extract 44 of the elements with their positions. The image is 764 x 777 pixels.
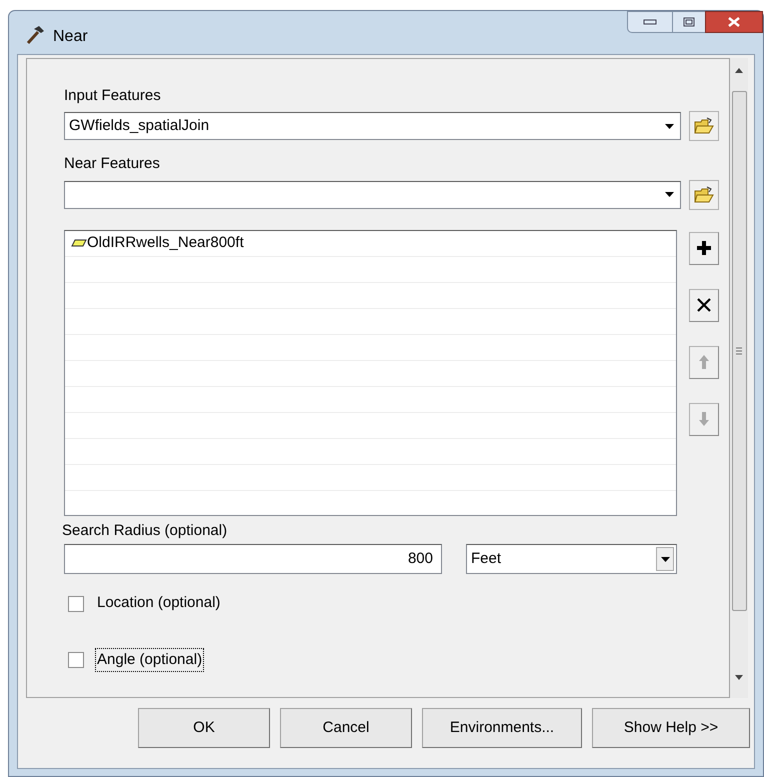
field-label: Input Features <box>64 86 162 106</box>
dialog-button[interactable]: Environments... <box>422 708 582 748</box>
scroll-up-icon <box>735 68 743 73</box>
plus-icon <box>696 240 712 256</box>
x-icon <box>696 297 712 314</box>
dropdown-arrow-icon <box>664 124 674 129</box>
up-arrow-icon <box>698 354 710 370</box>
add-button[interactable] <box>689 232 719 265</box>
dialog-button[interactable]: Cancel <box>280 708 412 748</box>
field-label: Near Features <box>64 154 161 174</box>
minimize-icon <box>643 19 657 25</box>
checkbox[interactable] <box>68 652 84 668</box>
checkbox[interactable] <box>68 596 84 612</box>
unit-dropdown[interactable]: Feet <box>466 544 677 574</box>
scroll-down-icon <box>735 674 743 680</box>
dropdown-field[interactable]: GWfields_spatialJoin <box>64 112 681 140</box>
list-item[interactable]: OldIRRwells_Near800ft <box>87 232 244 255</box>
scrollbar[interactable] <box>730 58 748 698</box>
close-button[interactable] <box>705 11 763 33</box>
window-title: Near <box>53 27 88 47</box>
grip-icon <box>736 346 742 355</box>
down-arrow-icon <box>698 411 710 428</box>
maximize-button[interactable] <box>673 11 705 33</box>
checkbox-label[interactable]: Angle (optional) <box>96 648 204 672</box>
dialog-button[interactable]: Show Help >> <box>592 708 750 748</box>
dropdown-arrow-icon <box>660 556 670 562</box>
remove-button[interactable] <box>689 288 719 322</box>
close-icon <box>728 17 740 27</box>
number-field[interactable]: 800 <box>64 544 442 574</box>
browse-button[interactable] <box>689 180 719 210</box>
field-label: Search Radius (optional) <box>62 520 228 541</box>
folder-icon <box>694 186 714 204</box>
scroll-thumb[interactable] <box>732 90 746 611</box>
minimize-button[interactable] <box>627 11 673 33</box>
dropdown-field[interactable] <box>64 180 681 209</box>
dialog-button[interactable]: OK <box>138 708 270 748</box>
maximize-icon <box>683 17 695 27</box>
folder-icon <box>694 117 714 136</box>
dropdown-arrow-icon <box>664 192 674 198</box>
polygon-layer-icon <box>71 239 87 248</box>
hammer-icon <box>25 25 45 45</box>
browse-button[interactable] <box>689 111 719 142</box>
checkbox-label[interactable]: Location (optional) <box>96 592 222 615</box>
feature-list[interactable]: OldIRRwells_Near800ft <box>64 230 677 516</box>
